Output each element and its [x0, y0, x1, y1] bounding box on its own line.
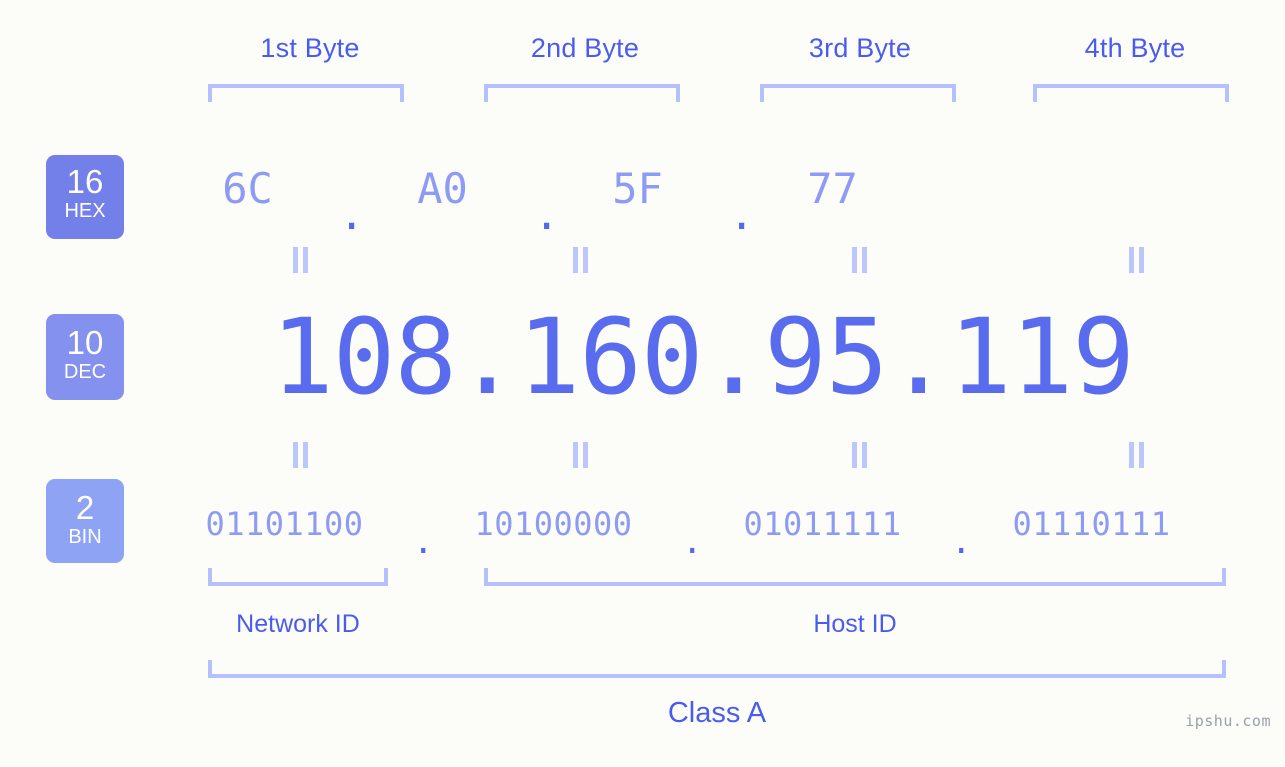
dec-separator-2: . — [702, 296, 765, 418]
equals-marker-dec-bin-4 — [1128, 442, 1146, 468]
byte-header-3: 3rd Byte — [808, 33, 912, 63]
dec-separator-3: . — [887, 296, 950, 418]
dec-byte-3: 95 — [764, 296, 888, 418]
host-id-bracket — [484, 568, 1226, 586]
dec-separator-1: . — [456, 296, 519, 418]
bin-byte-1: 01101100 — [205, 505, 364, 543]
bin-byte-4: 01110111 — [1012, 505, 1171, 543]
equals-marker-dec-bin-2 — [572, 442, 590, 468]
base-badge-dec: 10 DEC — [46, 314, 124, 400]
bin-value-row: 01101100 . 10100000 . 01011111 . 0111011… — [150, 496, 1255, 562]
equals-marker-hex-dec-1 — [292, 247, 310, 273]
site-watermark: ipshu.com — [1185, 712, 1271, 730]
dec-byte-4: 119 — [948, 296, 1135, 418]
base-badge-hex-name: HEX — [64, 200, 106, 222]
base-badge-dec-name: DEC — [63, 361, 107, 383]
hex-byte-1: 6C — [222, 163, 273, 213]
byte-header-1: 1st Byte — [260, 33, 360, 63]
equals-marker-dec-bin-3 — [851, 442, 869, 468]
byte-bracket-3 — [760, 84, 956, 102]
base-badge-dec-number: 10 — [66, 324, 104, 361]
byte-bracket-1 — [208, 84, 404, 102]
base-badge-bin-number: 2 — [75, 489, 95, 526]
equals-marker-hex-dec-4 — [1128, 247, 1146, 273]
hex-value-row: 6C . A0 . 5F . 77 — [150, 152, 1255, 240]
equals-marker-hex-dec-3 — [851, 247, 869, 273]
equals-marker-dec-bin-1 — [292, 442, 310, 468]
byte-header-2: 2nd Byte — [530, 33, 640, 63]
hex-byte-4: 77 — [807, 163, 858, 213]
equals-marker-hex-dec-2 — [572, 247, 590, 273]
dec-value-row: 108 . 160 . 95 . 119 — [150, 292, 1255, 422]
hex-byte-3: 5F — [612, 163, 663, 213]
class-bracket — [208, 660, 1226, 678]
base-badge-hex-number: 16 — [66, 163, 104, 200]
host-id-label: Host ID — [813, 610, 897, 638]
bin-byte-2: 10100000 — [474, 505, 633, 543]
dec-byte-1: 108 — [271, 296, 457, 418]
hex-byte-2: A0 — [417, 163, 468, 213]
bin-byte-3: 01011111 — [743, 505, 902, 543]
ip-address-breakdown-diagram: 1st Byte 2nd Byte 3rd Byte 4th Byte 16 H… — [0, 0, 1285, 767]
base-badge-bin: 2 BIN — [46, 479, 124, 563]
byte-header-4: 4th Byte — [1084, 33, 1186, 63]
network-id-label: Network ID — [236, 610, 360, 638]
class-label: Class A — [667, 697, 767, 729]
base-badge-hex: 16 HEX — [46, 155, 124, 239]
network-id-bracket — [208, 568, 388, 586]
byte-bracket-2 — [484, 84, 680, 102]
dec-byte-2: 160 — [517, 296, 704, 418]
base-badge-bin-name: BIN — [68, 526, 102, 548]
byte-bracket-4 — [1033, 84, 1229, 102]
